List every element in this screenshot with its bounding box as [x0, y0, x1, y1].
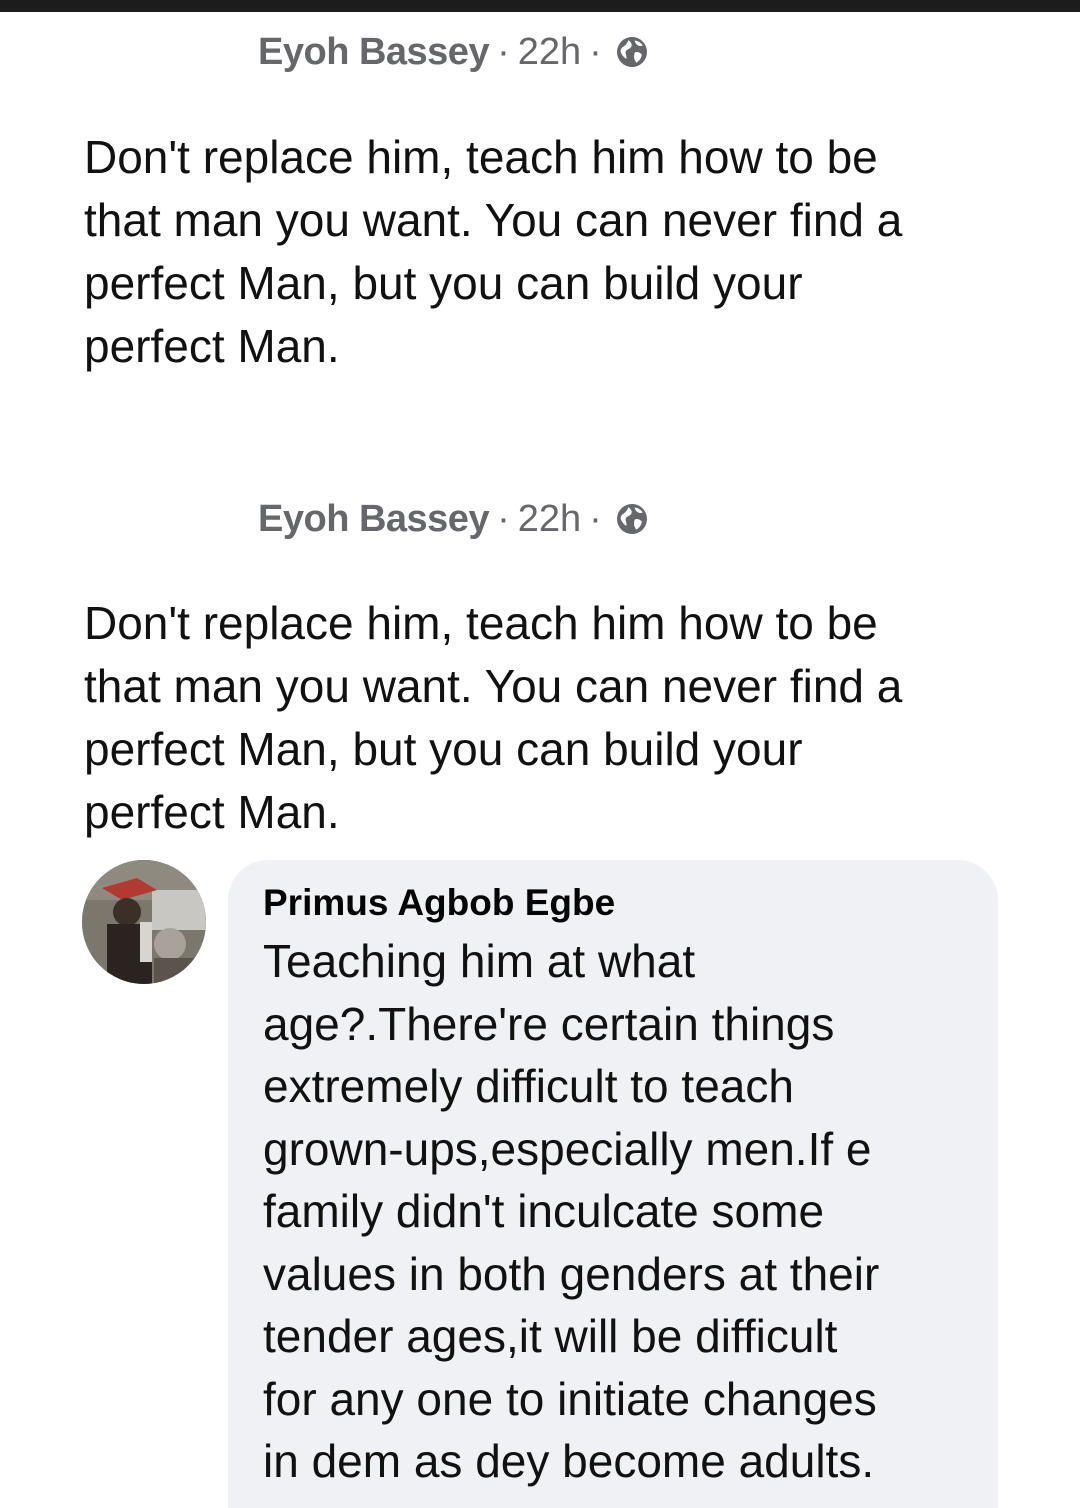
globe-icon [616, 37, 647, 67]
post-line: Don't replace him, teach him how to be [84, 597, 878, 649]
separator-dot: · [497, 30, 510, 73]
post-timestamp[interactable]: 22h [518, 31, 581, 74]
post-header: Eyoh Bassey · 22h · [258, 494, 650, 544]
post-header: Eyoh Bassey · 22h · [258, 27, 650, 77]
post-timestamp[interactable]: 22h [518, 498, 581, 541]
comment-line: for any one to initiate changes [263, 1372, 877, 1425]
separator-dot: · [589, 30, 602, 73]
comment-body: Teaching him at what age?.There're certa… [263, 930, 968, 1493]
post-body: Don't replace him, teach him how to be t… [84, 126, 1024, 378]
avatar[interactable] [82, 860, 206, 984]
comment-line: values in both genders at their [263, 1247, 880, 1300]
comment-line: extremely difficult to teach [263, 1060, 794, 1112]
comment-line: Teaching him at what [263, 935, 696, 987]
post-line: that man you want. You can never find a [84, 660, 903, 712]
post-line: Don't replace him, teach him how to be [84, 131, 878, 183]
post-line: perfect Man. [84, 786, 340, 838]
post-author-name[interactable]: Eyoh Bassey [258, 498, 490, 541]
post-author-name[interactable]: Eyoh Bassey [258, 31, 490, 74]
comment-author-name[interactable]: Primus Agbob Egbe [263, 878, 968, 928]
comment-line: tender ages,it will be difficult [263, 1310, 838, 1362]
post-line: perfect Man. [84, 320, 340, 372]
comment-line: family didn't inculcate some [263, 1185, 825, 1237]
post-line: that man you want. You can never find a [84, 194, 903, 246]
comment-bubble: Primus Agbob Egbe Teaching him at what a… [228, 860, 998, 1508]
comment-line: age?.There're certain things [263, 997, 835, 1050]
status-bar [0, 0, 1080, 12]
separator-dot: · [589, 497, 602, 540]
post-line: perfect Man, but you can build your [84, 257, 803, 309]
globe-icon [616, 504, 647, 534]
post-body: Don't replace him, teach him how to be t… [84, 592, 1024, 844]
post-line: perfect Man, but you can build your [84, 723, 803, 775]
separator-dot: · [497, 497, 510, 540]
comment-line: grown-ups,especially men.If e [263, 1122, 872, 1175]
comment-line: in dem as dey become adults. [263, 1435, 875, 1487]
avatar-photo [82, 860, 206, 984]
